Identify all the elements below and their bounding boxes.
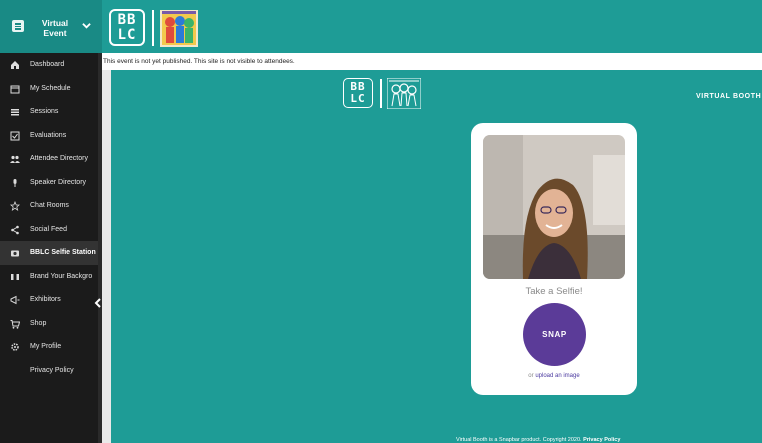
upload-prefix: or bbox=[528, 373, 534, 379]
microphone-icon bbox=[13, 178, 17, 187]
home-icon bbox=[11, 61, 19, 69]
list-icon bbox=[11, 109, 19, 116]
share-icon bbox=[11, 225, 19, 234]
sidebar-item-label: Chat Rooms bbox=[30, 202, 69, 209]
snap-button[interactable]: SNAP bbox=[523, 303, 586, 366]
sidebar-item-shop[interactable]: Shop bbox=[0, 312, 98, 336]
booth-logo-divider bbox=[380, 79, 382, 108]
sidebar-item-exhibitors[interactable]: Exhibitors bbox=[0, 288, 98, 312]
event-title: Virtual Event bbox=[41, 18, 69, 38]
checkbox-icon bbox=[10, 131, 20, 140]
sidebar-item-label: Social Feed bbox=[30, 225, 67, 233]
virtual-booth-area bbox=[102, 70, 762, 443]
sidebar-item-label: BBLC Selfie Station bbox=[30, 249, 96, 256]
upload-image-link[interactable]: upload an image bbox=[535, 373, 579, 379]
bblc-logo: BB LC bbox=[109, 9, 145, 46]
chevron-down-icon[interactable] bbox=[82, 21, 91, 30]
virtual-booth-title: VIRTUAL BOOTH bbox=[696, 93, 762, 100]
sidebar-item-brand-your-backgro[interactable]: Brand Your Backgro bbox=[0, 265, 98, 289]
sidebar-item-dashboard[interactable]: Dashboard bbox=[0, 53, 98, 77]
film-icon bbox=[11, 273, 19, 280]
upload-row: or upload an image bbox=[471, 373, 637, 379]
booth-bblc-logo: BB LC bbox=[343, 78, 373, 108]
privacy-policy-link[interactable]: Privacy Policy bbox=[583, 437, 620, 443]
footer-text: Virtual Booth is a Snapbar product. Copy… bbox=[456, 437, 582, 443]
sidebar-item-label: Brand Your Backgro bbox=[30, 272, 93, 280]
main-left-border bbox=[102, 70, 111, 443]
sidebar-item-social-feed[interactable]: Social Feed bbox=[0, 218, 98, 242]
footer: Virtual Booth is a Snapbar product. Copy… bbox=[456, 437, 620, 443]
collapse-sidebar-icon[interactable] bbox=[94, 298, 102, 308]
sidebar-item-my-schedule[interactable]: My Schedule bbox=[0, 77, 98, 101]
sidebar-item-label: Attendee Directory bbox=[30, 155, 88, 162]
sidebar-item-label: Shop bbox=[30, 319, 47, 327]
megaphone-icon bbox=[10, 295, 20, 305]
sidebar-item-chat-rooms[interactable]: Chat Rooms bbox=[0, 194, 98, 218]
sidebar-item-privacy-policy[interactable]: Privacy Policy bbox=[0, 359, 98, 383]
unpublished-notice: This event is not yet published. This si… bbox=[102, 53, 762, 70]
sidebar-item-label: Sessions bbox=[30, 108, 59, 115]
event-menu-toggle[interactable]: Virtual Event bbox=[0, 0, 102, 53]
sidebar-item-evaluations[interactable]: Evaluations bbox=[0, 124, 98, 148]
cart-icon bbox=[10, 319, 20, 329]
sidebar-item-label: My Profile bbox=[30, 343, 62, 350]
take-selfie-label: Take a Selfie! bbox=[525, 286, 583, 297]
sidebar-item-attendee-directory[interactable]: Attendee Directory bbox=[0, 147, 98, 171]
kids-art-logo bbox=[160, 10, 198, 47]
people-icon bbox=[10, 155, 20, 163]
sidebar-item-label: Privacy Policy bbox=[30, 366, 74, 374]
sidebar-item-my-profile[interactable]: My Profile bbox=[0, 335, 98, 359]
gear-icon bbox=[11, 343, 19, 351]
sidebar-item-label: Evaluations bbox=[30, 131, 67, 139]
logo-divider bbox=[152, 10, 154, 46]
sidebar-item-label: Dashboard bbox=[30, 61, 65, 68]
calendar-icon bbox=[10, 85, 20, 93]
sidebar-item-label: Speaker Directory bbox=[30, 178, 87, 186]
sidebar-item-speaker-directory[interactable]: Speaker Directory bbox=[0, 171, 98, 195]
booth-kids-art-logo bbox=[387, 78, 421, 109]
sidebar-item-sessions[interactable]: Sessions bbox=[0, 100, 98, 124]
sidebar-item-label: My Schedule bbox=[30, 84, 71, 92]
sidebar-item-bblc-selfie-station[interactable]: BBLC Selfie Station bbox=[0, 241, 98, 265]
hamburger-icon[interactable] bbox=[12, 20, 24, 32]
sidebar-item-label: Exhibitors bbox=[30, 296, 61, 303]
camera-preview bbox=[483, 135, 625, 279]
camera-icon bbox=[11, 250, 19, 257]
star-icon bbox=[10, 201, 20, 211]
